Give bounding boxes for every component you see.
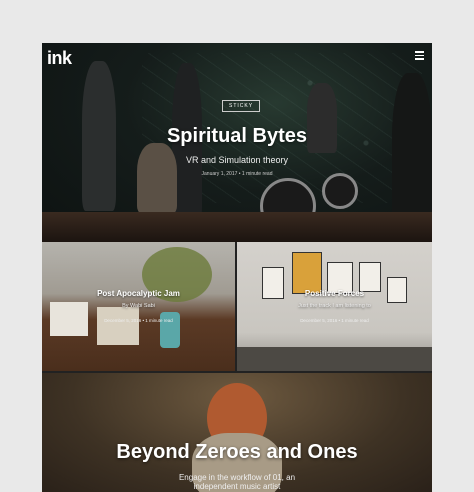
card-meta: December 5, 2016 • 1 minute read	[300, 318, 369, 323]
hero-meta: January 1, 2017 • 1 minute read	[201, 171, 273, 177]
feature-subtitle-line: independent music artist	[193, 482, 281, 491]
card-subtitle: Just the track I am listening to	[298, 303, 371, 309]
wall-art-image	[359, 262, 381, 292]
feature-subtitle: Engage in the workflow of 01, an indepen…	[42, 473, 432, 491]
musician-figure	[392, 73, 432, 233]
feature-title[interactable]: Beyond Zeroes and Ones	[42, 441, 432, 464]
menu-icon[interactable]	[415, 51, 424, 60]
hero-post[interactable]: ink STICKY Spiritual Bytes VR and Simula…	[42, 43, 432, 242]
drum-icon	[322, 173, 358, 209]
desk-image	[237, 347, 432, 371]
card-subtitle: By Wabi Sabi	[122, 303, 155, 309]
sticky-badge: STICKY	[222, 100, 261, 112]
blog-frame: ink STICKY Spiritual Bytes VR and Simula…	[42, 43, 432, 492]
musician-figure	[137, 143, 177, 213]
post-card-left[interactable]: Post Apocalyptic Jam By Wabi Sabi Decemb…	[42, 242, 235, 371]
card-title[interactable]: Positive Forces	[237, 289, 432, 298]
card-title[interactable]: Post Apocalyptic Jam	[42, 289, 235, 298]
stage-floor	[42, 212, 432, 242]
hero-title[interactable]: Spiritual Bytes	[42, 125, 432, 148]
post-card-right[interactable]: Positive Forces Just the track I am list…	[237, 242, 432, 371]
feature-post[interactable]: Beyond Zeroes and Ones Engage in the wor…	[42, 373, 432, 492]
site-logo[interactable]: ink	[47, 48, 72, 69]
feature-subtitle-line: Engage in the workflow of 01, an	[178, 473, 296, 482]
book-stack-image	[97, 307, 139, 345]
wall-art-image	[292, 252, 322, 294]
hero-subtitle: VR and Simulation theory	[185, 155, 289, 165]
card-meta: December 5, 2016 • 1 minute read	[104, 318, 173, 323]
